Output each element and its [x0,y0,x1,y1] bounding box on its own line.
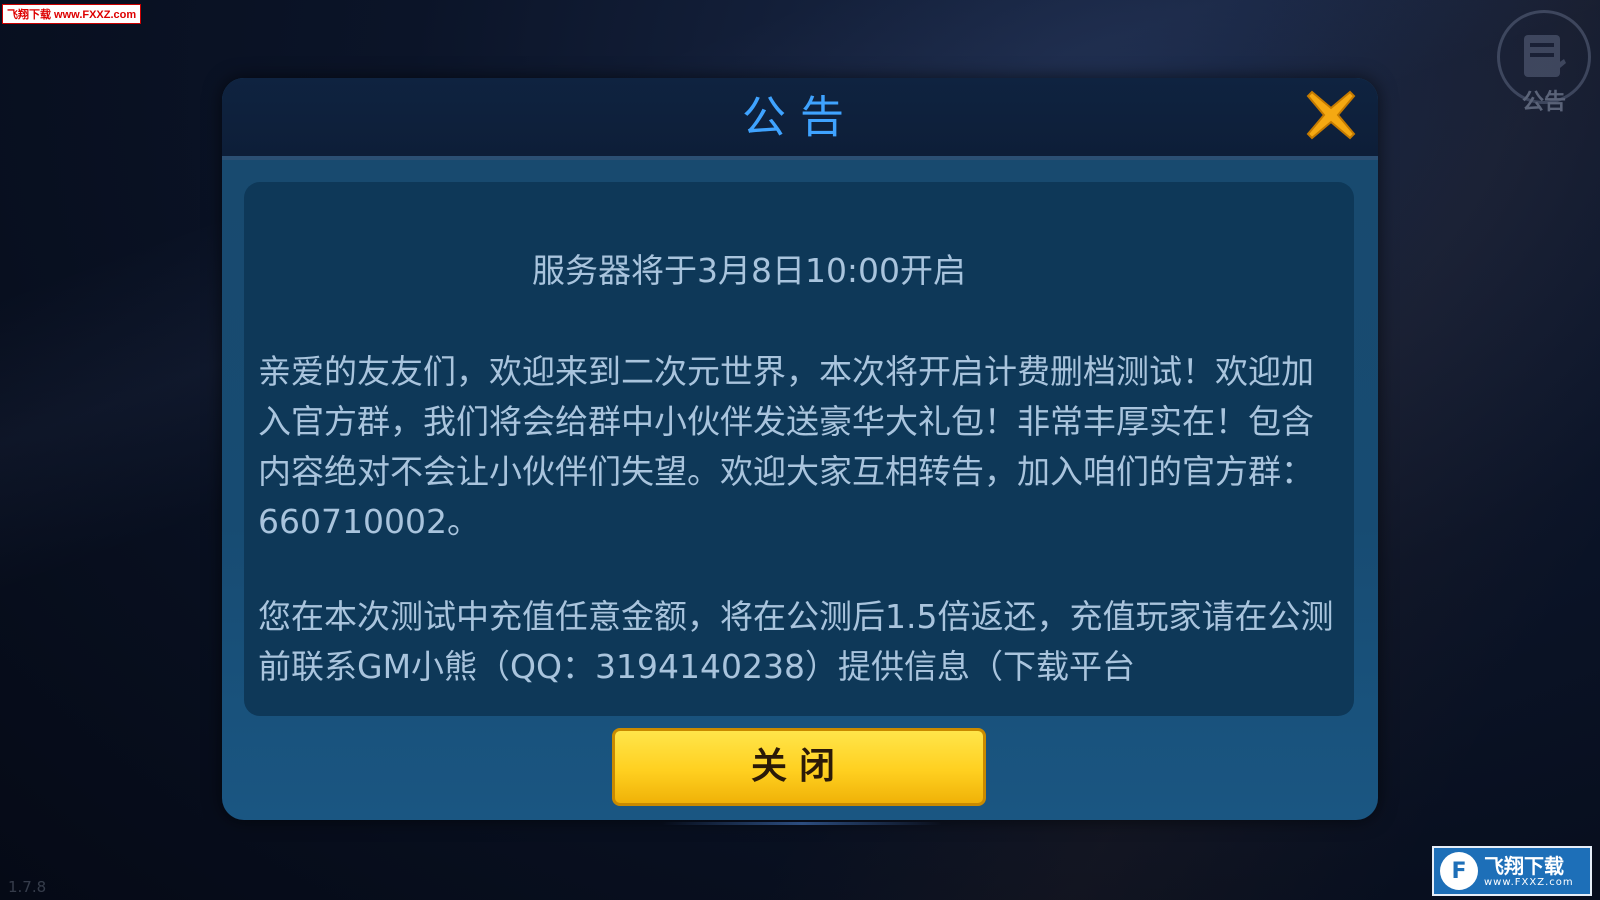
dialog-title: 公告 [742,92,858,143]
notice-shortcut-button[interactable]: 公告 [1496,10,1592,120]
announcement-headline: 服务器将于3月8日10:00开启 [531,251,967,290]
logo-sub-text: www.FXXZ.com [1484,876,1574,888]
close-x-icon[interactable] [1304,88,1358,142]
divider [662,822,942,825]
logo-mark-icon: F [1440,852,1478,890]
announcement-dialog: 公告 服务器将于3月8日10:00开启 亲爱的友友们，欢迎来到二次元世界，本次将… [222,78,1378,825]
close-button[interactable]: 关闭 [612,728,986,806]
announcement-paragraph: 您在本次测试中充值任意金额，将在公测后1.5倍返还，充值玩家请在公测前联系GM小… [258,597,1334,686]
site-logo: F 飞翔下载 www.FXXZ.com [1432,846,1592,896]
announcement-paragraph: 亲爱的友友们，欢迎来到二次元世界，本次将开启计费删档测试！欢迎加入官方群，我们将… [258,352,1314,541]
notice-shortcut-label: 公告 [1521,90,1566,115]
version-text: 1.7.8 [8,878,47,896]
announcement-content[interactable]: 服务器将于3月8日10:00开启 亲爱的友友们，欢迎来到二次元世界，本次将开启计… [244,182,1354,716]
watermark-label: 飞翔下载 www.FXXZ.com [2,4,142,24]
logo-main-text: 飞翔下载 [1484,853,1564,878]
